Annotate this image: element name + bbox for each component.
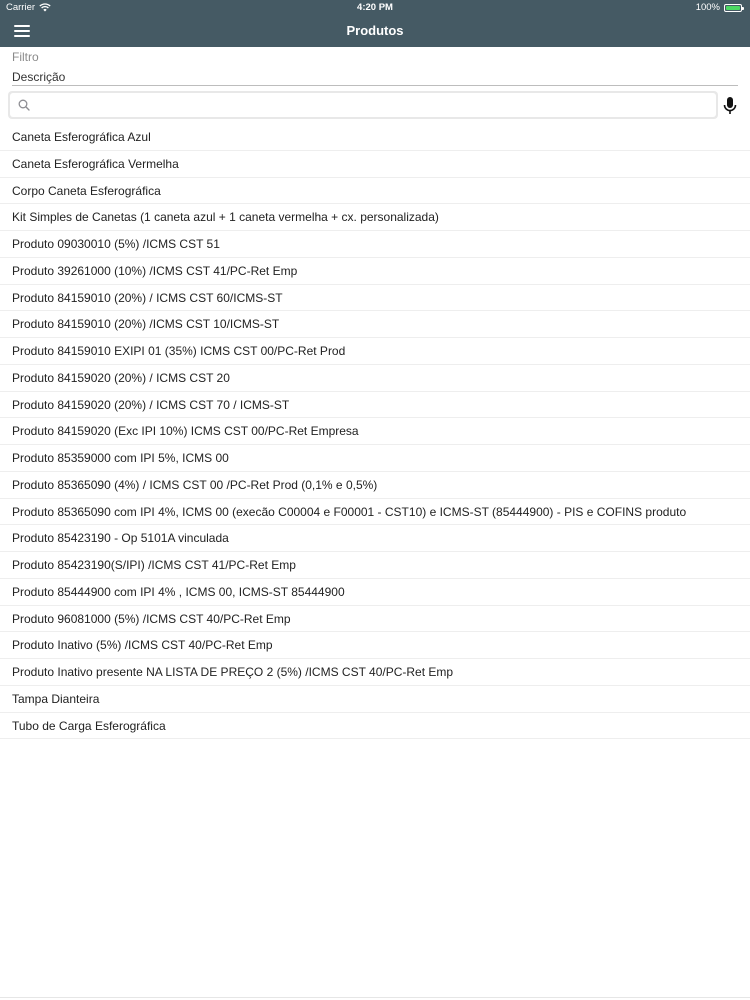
status-bar: Carrier 4:20 PM 100% — [0, 0, 750, 15]
product-list-item[interactable]: Caneta Esferográfica Vermelha — [0, 151, 750, 178]
product-list-item[interactable]: Produto 39261000 (10%) /ICMS CST 41/PC-R… — [0, 258, 750, 285]
search-bar[interactable] — [8, 91, 718, 119]
product-list-item[interactable]: Produto 96081000 (5%) /ICMS CST 40/PC-Re… — [0, 606, 750, 633]
product-list-item[interactable]: Produto 85365090 (4%) / ICMS CST 00 /PC-… — [0, 472, 750, 499]
app-screen: Carrier 4:20 PM 100% Produtos Filtro Des… — [0, 0, 750, 1000]
product-list-item[interactable]: Produto 84159020 (Exc IPI 10%) ICMS CST … — [0, 418, 750, 445]
product-list-item[interactable]: Produto Inativo presente NA LISTA DE PRE… — [0, 659, 750, 686]
product-list-item[interactable]: Produto 85444900 com IPI 4% , ICMS 00, I… — [0, 579, 750, 606]
product-list-item[interactable]: Produto 84159010 (20%) /ICMS CST 10/ICMS… — [0, 311, 750, 338]
product-list-item[interactable]: Produto 84159010 EXIPI 01 (35%) ICMS CST… — [0, 338, 750, 365]
product-list-item[interactable]: Kit Simples de Canetas (1 caneta azul + … — [0, 204, 750, 231]
search-field-container[interactable] — [10, 93, 716, 117]
microphone-icon[interactable] — [722, 96, 738, 116]
filter-field[interactable] — [12, 68, 738, 86]
product-list-item[interactable]: Produto Inativo (5%) /ICMS CST 40/PC-Ret… — [0, 632, 750, 659]
product-list-item[interactable]: Produto 84159020 (20%) / ICMS CST 70 / I… — [0, 392, 750, 419]
product-list-item[interactable]: Produto 84159010 (20%) / ICMS CST 60/ICM… — [0, 285, 750, 312]
product-list-item[interactable]: Produto 84159020 (20%) / ICMS CST 20 — [0, 365, 750, 392]
product-list-item[interactable]: Produto 85423190 - Op 5101A vinculada — [0, 525, 750, 552]
battery-percent: 100% — [695, 2, 720, 13]
product-list-item[interactable]: Produto 85423190(S/IPI) /ICMS CST 41/PC-… — [0, 552, 750, 579]
battery-icon — [724, 3, 744, 12]
product-list-item[interactable]: Tubo de Carga Esferográfica — [0, 713, 750, 740]
product-list-item[interactable]: Corpo Caneta Esferográfica — [0, 178, 750, 205]
filter-label: Filtro — [12, 50, 39, 64]
page-title: Produtos — [346, 23, 404, 38]
product-list: Caneta Esferográfica Azul Caneta Esferogr… — [0, 124, 750, 740]
bottom-divider — [0, 997, 750, 998]
product-list-item[interactable]: Produto 85359000 com IPI 5%, ICMS 00 — [0, 445, 750, 472]
search-input[interactable] — [36, 95, 706, 115]
product-list-item[interactable]: Tampa Dianteira — [0, 686, 750, 713]
status-battery: 100% — [695, 2, 744, 13]
product-list-item[interactable]: Produto 09030010 (5%) /ICMS CST 51 — [0, 231, 750, 258]
search-icon — [18, 99, 30, 111]
top-bar: Carrier 4:20 PM 100% Produtos — [0, 0, 750, 47]
navigation-bar: Produtos — [0, 15, 750, 47]
status-time: 4:20 PM — [357, 2, 393, 13]
product-list-item[interactable]: Produto 85365090 com IPI 4%, ICMS 00 (ex… — [0, 499, 750, 526]
product-list-item[interactable]: Caneta Esferográfica Azul — [0, 124, 750, 151]
